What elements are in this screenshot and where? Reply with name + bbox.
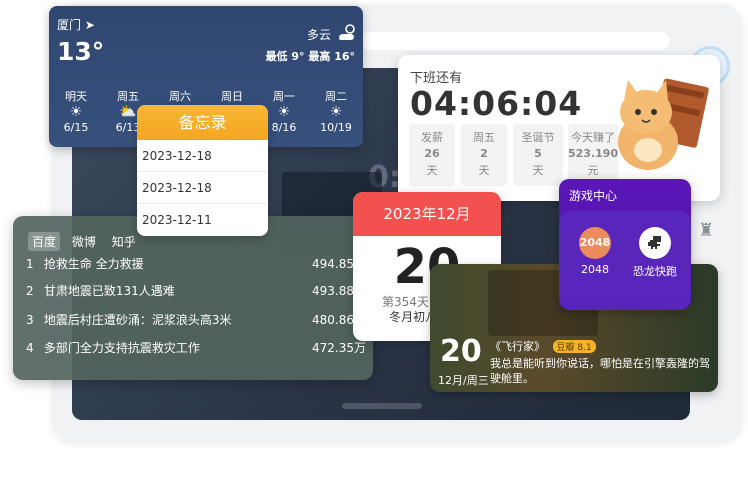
chess-icon[interactable]: ♜ xyxy=(698,220,714,241)
item-title: 甘肃地震已致131人遇难 xyxy=(43,284,175,298)
countdown-time: 04:06:04 xyxy=(410,84,583,123)
douban-score-badge: 豆瓣 8.1 xyxy=(552,340,596,353)
forecast-day: 周二 ☀ 10/19 xyxy=(309,88,363,134)
forecast-date: 6/15 xyxy=(63,121,89,134)
memo-widget[interactable]: 备忘录 2023-12-18 2023-12-18 2023-12-11 xyxy=(137,105,268,236)
item-count: 472.35万 xyxy=(312,341,366,355)
location-icon: ➤ xyxy=(84,18,95,32)
tab-zhihu[interactable]: 知乎 xyxy=(108,232,140,251)
tab-weibo[interactable]: 微博 xyxy=(68,232,100,251)
rank: 3 xyxy=(26,313,34,327)
game-2048[interactable]: 2048 2048 xyxy=(568,227,622,276)
city-label: 厦门 xyxy=(57,18,82,32)
card-label: 圣诞节 xyxy=(521,131,555,144)
rank: 1 xyxy=(26,257,34,271)
forecast-date: 10/19 xyxy=(320,121,352,134)
movie-date: 12月/周三 xyxy=(438,374,489,387)
hot-tabs: 百度 微博 知乎 xyxy=(28,232,144,251)
top-bar xyxy=(492,32,670,50)
game-dino-run[interactable]: 恐龙快跑 xyxy=(628,227,682,279)
forecast-label: 周五 xyxy=(117,90,139,103)
countdown-card: 圣诞节 5 天 xyxy=(513,124,563,186)
game-2048-icon: 2048 xyxy=(579,227,611,259)
memo-item[interactable]: 2023-12-18 xyxy=(137,172,268,204)
forecast-day: 明天 ☀ 6/15 xyxy=(49,88,103,134)
forecast-label: 周六 xyxy=(169,90,191,103)
weather-range: 最低 9° 最高 16° xyxy=(265,50,355,63)
game-name: 恐龙快跑 xyxy=(633,265,677,278)
dinosaur-icon xyxy=(639,227,671,259)
movie-day: 20 xyxy=(440,334,482,369)
calendar-month: 2023年12月 xyxy=(353,192,501,236)
game-name: 2048 xyxy=(581,263,609,276)
top-bar xyxy=(360,32,508,50)
countdown-card: 发薪 26 天 xyxy=(409,124,455,186)
card-unit: 天 xyxy=(478,164,490,177)
movie-quote: 我总是能听到你说话，哪怕是在引擎轰隆的驾驶舱里。 xyxy=(490,357,710,385)
card-unit: 天 xyxy=(426,164,438,177)
rank: 4 xyxy=(26,341,34,355)
hot-search-widget: 百度 微博 知乎 1 抢救生命 全力救援 494.85万 2 甘肃地震已致131… xyxy=(13,216,373,380)
card-unit: 天 xyxy=(532,164,544,177)
cloud-sun-icon xyxy=(339,24,355,40)
countdown-card: 周五 2 天 xyxy=(461,124,507,186)
game-list: 2048 2048 恐龙快跑 xyxy=(559,211,691,310)
weather-condition: 多云 xyxy=(307,28,332,42)
memo-title: 备忘录 xyxy=(137,105,268,140)
screen-footer xyxy=(342,403,422,409)
weather-temperature: 13° xyxy=(57,37,105,66)
memo-item[interactable]: 2023-12-18 xyxy=(137,140,268,172)
card-value: 26 xyxy=(424,147,440,160)
movie-title: 《飞行家》 xyxy=(490,340,545,353)
sun-icon: ☀ xyxy=(69,104,83,120)
tab-baidu[interactable]: 百度 xyxy=(28,232,61,251)
rank: 2 xyxy=(26,284,34,298)
list-item[interactable]: 4 多部门全力支持抗震救灾工作 472.35万 xyxy=(26,339,366,356)
card-label: 发薪 xyxy=(421,131,443,144)
sun-icon: ☀ xyxy=(329,104,343,120)
list-item[interactable]: 2 甘肃地震已致131人遇难 493.88万 xyxy=(26,282,366,299)
cat-mascot-icon xyxy=(618,78,709,170)
card-label: 周五 xyxy=(473,131,495,144)
forecast-label: 明天 xyxy=(65,90,87,103)
game-center-title: 游戏中心 xyxy=(569,189,618,203)
weather-city[interactable]: 厦门 ➤ xyxy=(57,16,95,33)
memo-item[interactable]: 2023-12-11 xyxy=(137,204,268,236)
item-title: 多部门全力支持抗震救灾工作 xyxy=(43,341,200,355)
card-value: 2 xyxy=(480,147,488,160)
card-label: 今天赚了 xyxy=(571,131,615,144)
item-title: 地震后村庄遭砂涌：泥浆浪头高3米 xyxy=(43,313,232,327)
game-center-widget: 游戏中心 2048 2048 恐龙快跑 xyxy=(559,179,691,310)
list-item[interactable]: 1 抢救生命 全力救援 494.85万 xyxy=(26,255,366,272)
forecast-label: 周二 xyxy=(325,90,347,103)
item-title: 抢救生命 全力救援 xyxy=(43,257,144,271)
forecast-label: 周一 xyxy=(273,90,295,103)
list-item[interactable]: 3 地震后村庄遭砂涌：泥浆浪头高3米 480.86万 xyxy=(26,311,366,328)
movie-title-row: 《飞行家》 豆瓣 8.1 xyxy=(490,338,596,354)
forecast-label: 周日 xyxy=(221,90,243,103)
card-value: 5 xyxy=(534,147,542,160)
